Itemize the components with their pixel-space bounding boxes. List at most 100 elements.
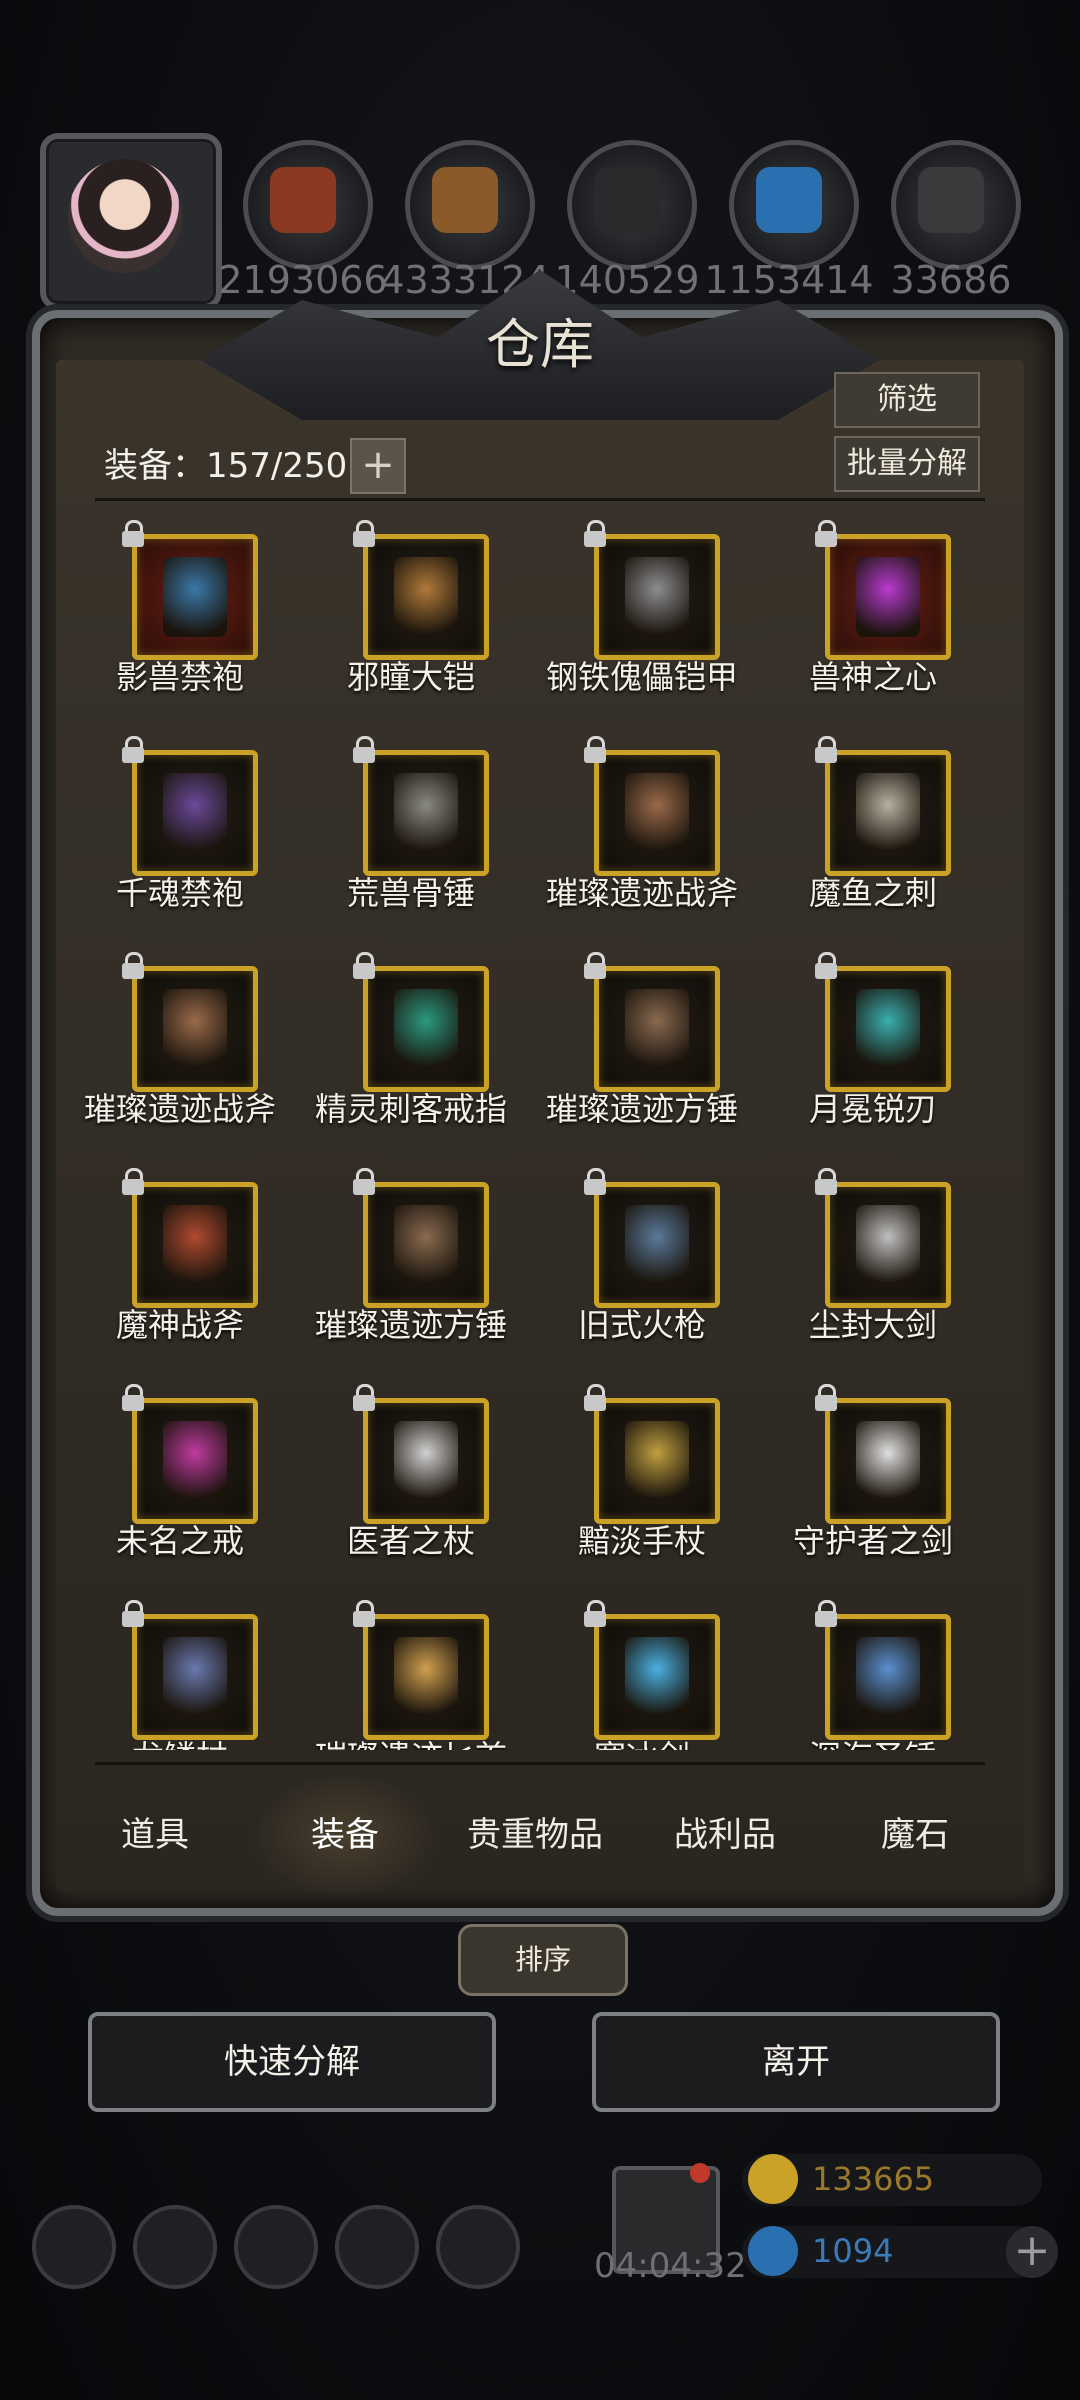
item-slot [594, 1398, 720, 1524]
resource-slot-2[interactable] [405, 140, 535, 270]
item-image [394, 773, 458, 853]
craft-icon[interactable] [436, 2205, 520, 2289]
tab-items[interactable]: 道具 [60, 1770, 250, 1900]
item-image [625, 1205, 689, 1285]
item-image [856, 773, 920, 853]
filter-button[interactable]: 筛选 [834, 372, 980, 428]
crystal-icon [756, 167, 822, 233]
inventory-item[interactable]: 璀璨遗迹战斧 [70, 952, 290, 1152]
item-slot [132, 750, 258, 876]
item-name: 月冕锐刃 [808, 1090, 937, 1128]
sort-button[interactable]: 排序 [458, 1924, 628, 1996]
item-slot [594, 1182, 720, 1308]
inventory-item[interactable]: 守护者之剑 [763, 1384, 983, 1584]
inventory-item[interactable]: 黯淡手杖 [532, 1384, 752, 1584]
inventory-item[interactable]: 千魂禁袍 [70, 736, 290, 936]
inventory-item[interactable]: 医者之杖 [301, 1384, 521, 1584]
inventory-item[interactable]: 荒兽骨锤 [301, 736, 521, 936]
lock-icon [582, 1384, 608, 1412]
batch-dismantle-button[interactable]: 批量分解 [834, 436, 980, 492]
lock-icon [813, 952, 839, 980]
item-slot [363, 1182, 489, 1308]
inventory-item[interactable]: 尘封大剑 [763, 1168, 983, 1368]
item-image [625, 773, 689, 853]
inventory-item[interactable]: 钢铁傀儡铠甲 [532, 520, 752, 720]
quick-dismantle-button[interactable]: 快速分解 [88, 2012, 496, 2112]
item-image [163, 557, 227, 637]
lock-icon [813, 1168, 839, 1196]
iron-icon [918, 167, 984, 233]
mail-icon[interactable] [335, 2205, 419, 2289]
item-image [163, 1421, 227, 1501]
item-image [163, 773, 227, 853]
item-image [856, 1637, 920, 1717]
add-currency-button[interactable]: + [1006, 2226, 1058, 2278]
resource-slot-5[interactable] [891, 140, 1021, 270]
item-slot [363, 966, 489, 1092]
lock-icon [813, 1384, 839, 1412]
inventory-item[interactable]: 影兽禁袍 [70, 520, 290, 720]
category-tabs: 道具 装备 贵重物品 战利品 魔石 [60, 1770, 1020, 1910]
item-image [856, 1421, 920, 1501]
inventory-item[interactable]: 兽神之心 [763, 520, 983, 720]
settings-icon[interactable] [32, 2205, 116, 2289]
inventory-item[interactable]: 精灵刺客戒指 [301, 952, 521, 1152]
lock-icon [813, 520, 839, 548]
tab-valuables[interactable]: 贵重物品 [440, 1770, 630, 1900]
divider [95, 1762, 985, 1765]
lock-icon [351, 736, 377, 764]
lock-icon [582, 520, 608, 548]
inventory-item[interactable]: 邪瞳大铠 [301, 520, 521, 720]
inventory-item[interactable]: 璀璨遗迹战斧 [532, 736, 752, 936]
tab-loot[interactable]: 战利品 [630, 1770, 820, 1900]
achievement-icon[interactable] [133, 2205, 217, 2289]
item-slot [825, 1614, 951, 1740]
inventory-item[interactable]: 璀璨遗迹方锤 [301, 1168, 521, 1368]
item-image [625, 557, 689, 637]
item-image [625, 1637, 689, 1717]
inventory-item[interactable]: 未名之戒 [70, 1384, 290, 1584]
player-avatar[interactable] [40, 133, 222, 310]
leave-button[interactable]: 离开 [592, 2012, 1000, 2112]
item-slot [825, 750, 951, 876]
lock-icon [582, 952, 608, 980]
item-grid: 影兽禁袍 邪瞳大铠 钢铁傀儡铠甲 兽神之心 千魂禁袍 荒兽骨锤 璀璨遗迹战斧 魔鱼之刺 璀璨遗迹… [70, 520, 1010, 1750]
item-image [394, 989, 458, 1069]
expand-capacity-button[interactable]: + [350, 438, 406, 494]
lock-icon [120, 952, 146, 980]
inventory-item[interactable]: 魔神战斧 [70, 1168, 290, 1368]
notification-dot [690, 2163, 710, 2183]
inventory-item[interactable]: 魔鱼之刺 [763, 736, 983, 936]
item-image [625, 1421, 689, 1501]
inventory-item[interactable]: 璀璨遗迹方锤 [532, 952, 752, 1152]
resource-value-4: 1153414 [704, 258, 874, 302]
resource-slot-1[interactable] [243, 140, 373, 270]
resource-slot-3[interactable] [567, 140, 697, 270]
item-slot [132, 1182, 258, 1308]
gold-coin-icon [748, 2154, 798, 2204]
item-image [163, 1637, 227, 1717]
plus-icon: + [361, 442, 395, 488]
inventory-item[interactable]: 寒冰剑 [532, 1600, 752, 1750]
item-slot [363, 1398, 489, 1524]
item-slot [363, 1614, 489, 1740]
guild-icon[interactable] [234, 2205, 318, 2289]
inventory-item[interactable]: 旧式火枪 [532, 1168, 752, 1368]
lock-icon [120, 1600, 146, 1628]
inventory-item[interactable]: 璀璨遗迹匕首 [301, 1600, 521, 1750]
item-image [856, 1205, 920, 1285]
resource-slot-4[interactable] [729, 140, 859, 270]
item-slot [594, 534, 720, 660]
tab-equipment[interactable]: 装备 [250, 1770, 440, 1900]
lock-icon [120, 1168, 146, 1196]
resource-value-1: 2193066 [218, 258, 388, 302]
item-slot [132, 534, 258, 660]
stone-icon [594, 167, 660, 233]
inventory-item[interactable]: 龙鳞杖 [70, 1600, 290, 1750]
resource-value-5: 33686 [890, 258, 1012, 302]
inventory-item[interactable]: 深海圣锤 [763, 1600, 983, 1750]
lock-icon [351, 1384, 377, 1412]
lock-icon [582, 736, 608, 764]
inventory-item[interactable]: 月冕锐刃 [763, 952, 983, 1152]
tab-magic-stone[interactable]: 魔石 [820, 1770, 1010, 1900]
